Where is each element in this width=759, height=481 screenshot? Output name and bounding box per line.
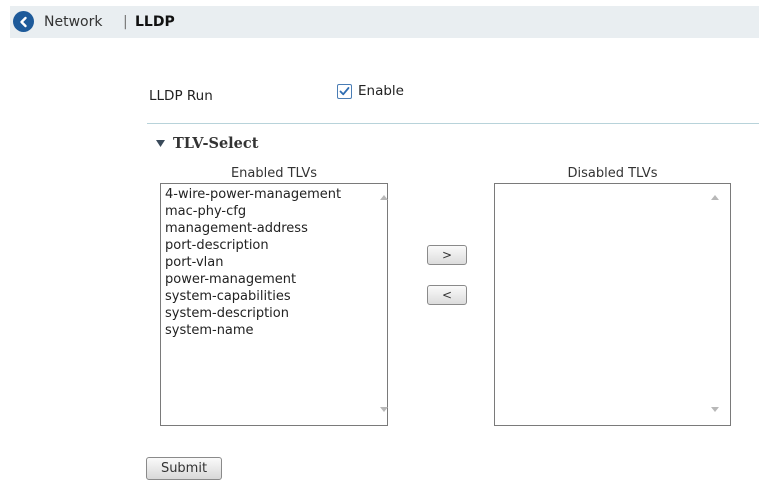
collapse-triangle-icon[interactable] [156, 139, 165, 148]
enabled-tlvs-title: Enabled TLVs [230, 166, 318, 181]
tlv-list-item[interactable]: management-address [165, 220, 341, 237]
disabled-tlvs-title: Disabled TLVs [567, 166, 658, 181]
back-arrow-icon[interactable] [13, 11, 34, 32]
breadcrumb-bar: Network | LLDP [10, 6, 759, 38]
enable-checkbox[interactable] [337, 83, 352, 99]
breadcrumb-parent[interactable]: Network [44, 13, 102, 31]
submit-button[interactable]: Submit [146, 457, 222, 480]
scroll-up-icon[interactable] [711, 195, 719, 200]
move-right-button[interactable]: > [427, 245, 467, 265]
enabled-tlvs-listbox[interactable]: 4-wire-power-management mac-phy-cfg manage… [160, 183, 388, 426]
tlv-list-item[interactable]: power-management [165, 271, 341, 288]
breadcrumb-separator: | [123, 14, 128, 30]
tlv-list-item[interactable]: system-name [165, 322, 341, 339]
tlv-select-title: TLV-Select [173, 135, 259, 152]
enabled-tlvs-items: 4-wire-power-management mac-phy-cfg manage… [165, 186, 341, 339]
tlv-list-item[interactable]: 4-wire-power-management [165, 186, 341, 203]
scroll-down-icon[interactable] [711, 407, 719, 412]
tlv-list-item[interactable]: port-vlan [165, 254, 341, 271]
back-arrow-glyph [19, 16, 27, 27]
scroll-down-icon[interactable] [380, 407, 388, 412]
tlv-list-item[interactable]: system-description [165, 305, 341, 322]
tlv-list-item[interactable]: port-description [165, 237, 341, 254]
checkmark-icon [339, 86, 350, 95]
scroll-up-icon[interactable] [380, 195, 388, 200]
move-left-button[interactable]: < [427, 285, 467, 305]
disabled-tlvs-listbox[interactable] [494, 183, 731, 426]
enable-checkbox-group[interactable]: Enable [337, 83, 404, 99]
enable-label: Enable [358, 83, 404, 99]
tlv-list-item[interactable]: mac-phy-cfg [165, 203, 341, 220]
lldp-run-label: LLDP Run [149, 88, 213, 104]
tlv-list-item[interactable]: system-capabilities [165, 288, 341, 305]
section-divider [147, 123, 759, 124]
tlv-select-header[interactable]: TLV-Select [156, 135, 258, 152]
page-title: LLDP [135, 14, 175, 30]
